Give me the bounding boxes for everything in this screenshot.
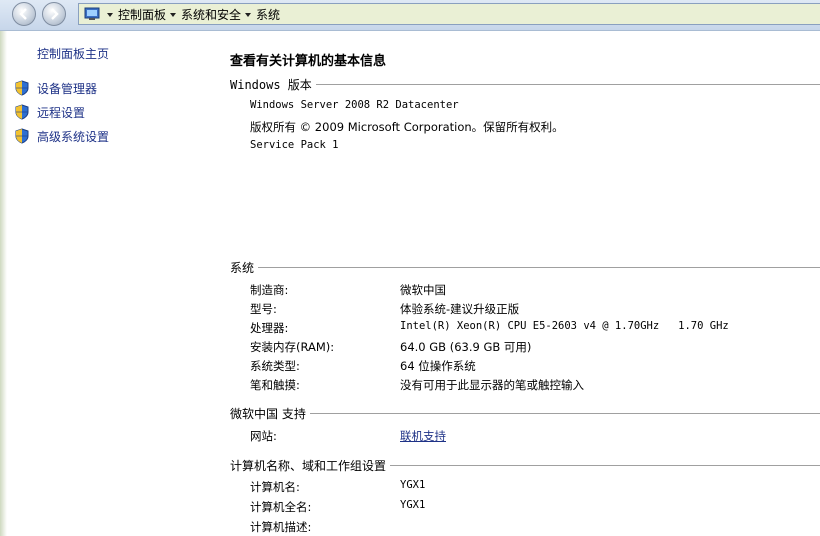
shield-icon: [15, 80, 29, 96]
control-panel-icon: [84, 7, 100, 20]
section-system: 系统: [230, 259, 820, 276]
info-value: 体验系统-建议升级正版: [400, 302, 520, 316]
sidebar-item-label: 远程设置: [37, 105, 86, 120]
info-key: 笔和触摸:: [250, 378, 300, 392]
service-pack: Service Pack 1: [250, 139, 339, 151]
info-row-model: 型号: 体验系统-建议升级正版: [250, 301, 820, 317]
info-row-processor: 处理器: Intel(R) Xeon(R) CPU E5-2603 v4 @ 1…: [250, 320, 820, 336]
forward-button[interactable]: [42, 2, 66, 26]
info-key: 系统类型:: [250, 359, 300, 373]
info-row-memory: 安装内存(RAM): 64.0 GB (63.9 GB 可用): [250, 339, 820, 355]
shield-icon: [15, 128, 29, 144]
info-row-manufacturer: 制造商: 微软中国: [250, 282, 820, 298]
info-value: YGX1: [400, 479, 426, 491]
section-header: 计算机名称、域和工作组设置: [230, 457, 391, 474]
divider: [230, 267, 820, 268]
window-edge: [0, 31, 7, 536]
info-key: 处理器:: [250, 321, 289, 335]
windows-edition-name: Windows Server 2008 R2 Datacenter: [250, 99, 459, 111]
info-key: 计算机全名:: [250, 500, 312, 514]
info-row-website: 网站: 联机支持: [250, 428, 820, 444]
section-computer-name: 计算机名称、域和工作组设置: [230, 457, 820, 474]
breadcrumb-system[interactable]: 系统: [256, 6, 280, 23]
breadcrumb: 控制面板 系统和安全 系统: [103, 6, 280, 23]
address-bar[interactable]: 控制面板 系统和安全 系统: [78, 3, 820, 25]
page-title: 查看有关计算机的基本信息: [230, 54, 387, 69]
sidebar: 控制面板主页 设备管理器 远程设置 高级系统设置: [0, 31, 209, 536]
info-key: 制造商:: [250, 283, 289, 297]
section-header: Windows 版本: [230, 76, 316, 93]
sidebar-home-link[interactable]: 控制面板主页: [37, 45, 109, 62]
sidebar-item-advanced-settings[interactable]: 高级系统设置: [14, 127, 109, 145]
info-row-computer-name: 计算机名: YGX1: [250, 479, 820, 495]
copyright-text: 版权所有 © 2009 Microsoft Corporation。保留所有权利…: [250, 120, 564, 134]
sidebar-item-label: 设备管理器: [37, 81, 98, 96]
divider: [230, 84, 820, 85]
info-key: 计算机名:: [250, 480, 300, 494]
info-value: 64.0 GB (63.9 GB 可用): [400, 340, 532, 354]
sidebar-item-remote-settings[interactable]: 远程设置: [14, 103, 85, 121]
back-arrow-icon: [19, 8, 27, 20]
title-bar: 控制面板 系统和安全 系统: [0, 0, 820, 31]
info-key: 网站:: [250, 429, 277, 443]
info-value: YGX1: [400, 499, 426, 511]
chevron-down-icon[interactable]: [170, 12, 177, 17]
back-button[interactable]: [12, 2, 36, 26]
info-row-pen-touch: 笔和触摸: 没有可用于此显示器的笔或触控输入: [250, 377, 820, 393]
info-key: 计算机描述:: [250, 520, 312, 534]
info-row-computer-description: 计算机描述:: [250, 519, 820, 535]
chevron-down-icon[interactable]: [245, 12, 252, 17]
info-key: 安装内存(RAM):: [250, 340, 335, 354]
divider: [230, 413, 820, 414]
info-value: 没有可用于此显示器的笔或触控输入: [400, 378, 584, 392]
shield-icon: [15, 104, 29, 120]
info-row-system-type: 系统类型: 64 位操作系统: [250, 358, 820, 374]
chevron-down-icon[interactable]: [107, 12, 113, 17]
info-key: 型号:: [250, 302, 277, 316]
section-windows-edition: Windows 版本: [230, 76, 820, 93]
info-value: 64 位操作系统: [400, 359, 476, 373]
info-value: 微软中国: [400, 283, 446, 297]
forward-arrow-icon: [51, 8, 59, 20]
info-value: Intel(R) Xeon(R) CPU E5-2603 v4 @ 1.70GH…: [400, 320, 729, 332]
sidebar-item-label: 高级系统设置: [37, 129, 110, 144]
online-support-link[interactable]: 联机支持: [400, 428, 446, 444]
section-header: 微软中国 支持: [230, 405, 310, 422]
breadcrumb-system-security[interactable]: 系统和安全: [181, 6, 241, 23]
breadcrumb-control-panel[interactable]: 控制面板: [118, 6, 166, 23]
info-row-full-computer-name: 计算机全名: YGX1: [250, 499, 820, 515]
section-header: 系统: [230, 259, 259, 276]
section-support: 微软中国 支持: [230, 405, 820, 422]
sidebar-item-device-manager[interactable]: 设备管理器: [14, 79, 97, 97]
